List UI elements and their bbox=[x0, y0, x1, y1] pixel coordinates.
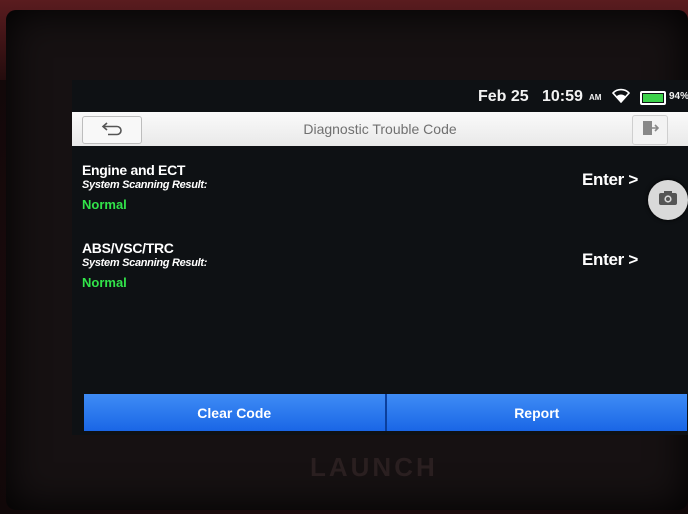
battery-icon bbox=[640, 91, 666, 105]
screenshot-camera-button[interactable] bbox=[648, 180, 688, 220]
status-bar: Feb 25 10:59 AM 94% bbox=[72, 80, 688, 112]
camera-icon bbox=[658, 190, 678, 211]
screen: Feb 25 10:59 AM 94% Diagnostic Trouble C… bbox=[72, 80, 688, 435]
enter-abs-vsc-trc-button[interactable]: Enter > bbox=[582, 250, 638, 270]
title-bar: Diagnostic Trouble Code bbox=[72, 112, 688, 146]
status-time: 10:59 bbox=[542, 88, 583, 105]
system-scan-label: System Scanning Result: bbox=[82, 257, 208, 269]
system-abs-vsc-trc: ABS/VSC/TRC System Scanning Result: Norm… bbox=[82, 240, 207, 292]
system-scan-label: System Scanning Result: bbox=[82, 179, 208, 191]
clear-code-button[interactable]: Clear Code bbox=[84, 394, 385, 431]
report-button[interactable]: Report bbox=[386, 394, 687, 431]
system-status: Normal bbox=[82, 275, 127, 290]
page-title: Diagnostic Trouble Code bbox=[303, 121, 457, 137]
system-status: Normal bbox=[82, 197, 127, 212]
wifi-icon bbox=[611, 87, 631, 107]
back-button[interactable] bbox=[82, 116, 142, 144]
enter-engine-ect-button[interactable]: Enter > bbox=[582, 170, 638, 190]
system-name: Engine and ECT bbox=[82, 162, 186, 178]
status-ampm: AM bbox=[589, 93, 602, 102]
battery-percent: 94% bbox=[669, 91, 688, 102]
back-arrow-icon bbox=[100, 120, 124, 141]
status-date: Feb 25 bbox=[478, 88, 529, 105]
brand-logo: LAUNCH bbox=[310, 452, 438, 482]
exit-icon bbox=[641, 119, 660, 142]
bottom-button-bar: Clear Code Report bbox=[84, 394, 687, 431]
exit-button[interactable] bbox=[632, 115, 668, 145]
system-name: ABS/VSC/TRC bbox=[82, 240, 174, 256]
system-engine-ect: Engine and ECT System Scanning Result: N… bbox=[82, 162, 207, 214]
